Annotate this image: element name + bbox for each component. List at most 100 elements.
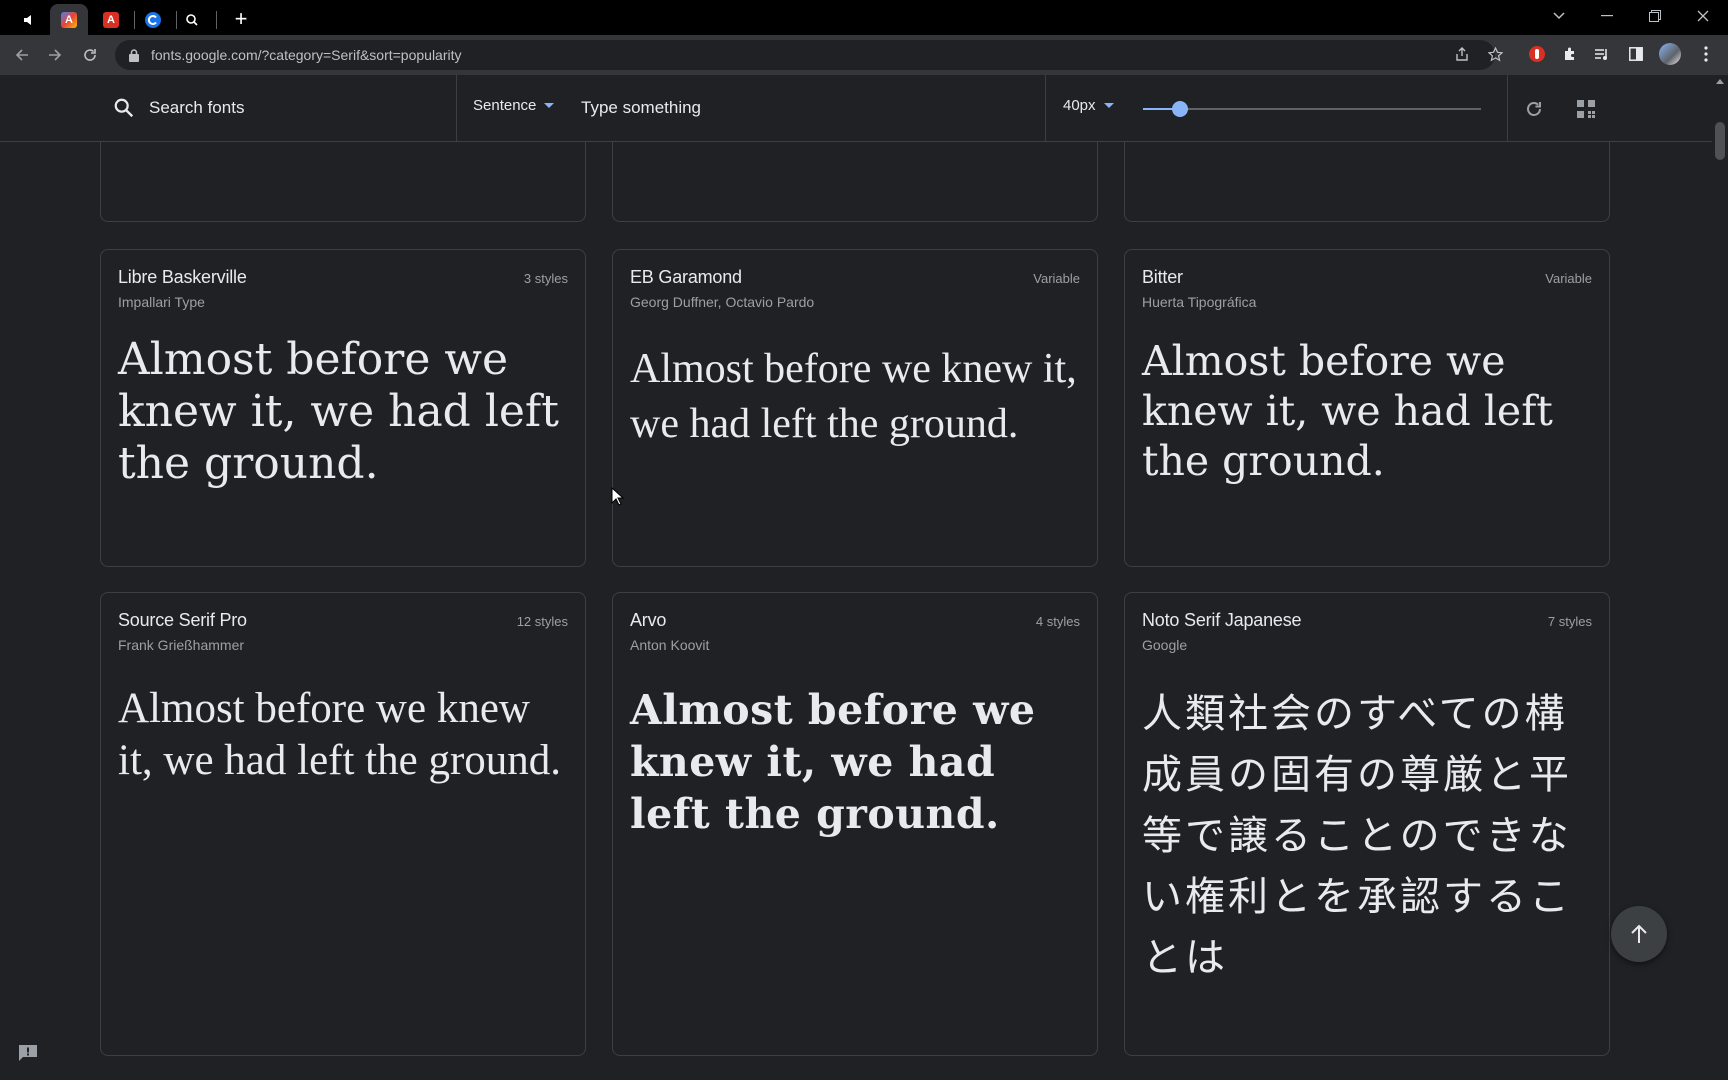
restore-button[interactable] bbox=[1631, 0, 1679, 32]
browser-toolbar: fonts.google.com/?category=Serif&sort=po… bbox=[0, 35, 1728, 75]
page-scrollbar[interactable] bbox=[1712, 75, 1728, 1080]
slider-handle[interactable] bbox=[1172, 101, 1188, 117]
playlist-icon bbox=[1595, 49, 1607, 60]
browser-tab-audio[interactable] bbox=[10, 4, 48, 35]
divider bbox=[1507, 75, 1508, 141]
share-button[interactable] bbox=[1451, 43, 1473, 65]
reload-button[interactable] bbox=[78, 43, 102, 67]
style-count: 4 styles bbox=[1035, 614, 1080, 629]
style-count: Variable bbox=[1033, 271, 1080, 286]
extension-red-button[interactable] bbox=[1525, 42, 1549, 66]
mouse-cursor bbox=[611, 487, 625, 506]
lock-icon bbox=[127, 48, 141, 62]
arrow-up-icon bbox=[1631, 924, 1647, 943]
refresh-icon bbox=[1527, 102, 1541, 116]
grid-view-toggle[interactable] bbox=[1574, 97, 1598, 121]
style-count: 3 styles bbox=[523, 271, 568, 286]
style-count: Variable bbox=[1545, 271, 1592, 286]
search-input[interactable] bbox=[149, 95, 439, 121]
type-something-input[interactable] bbox=[581, 95, 1001, 121]
puzzle-icon bbox=[1565, 47, 1574, 60]
font-name[interactable]: EB Garamond bbox=[630, 267, 742, 288]
close-window-button[interactable] bbox=[1679, 0, 1727, 32]
grid-view-icon bbox=[1577, 100, 1595, 118]
style-count: 7 styles bbox=[1547, 614, 1592, 629]
font-author: Frank Grießhammer bbox=[118, 637, 245, 653]
preview-mode-dropdown[interactable]: Sentence bbox=[473, 97, 555, 114]
font-card-noto-serif-japanese[interactable]: Noto Serif Japanese Google 7 styles 人類社会… bbox=[1124, 592, 1610, 1056]
browser-tab-bar: A A + bbox=[0, 0, 1728, 35]
font-author: Huerta Tipográfica bbox=[1142, 294, 1257, 310]
page-content: Sentence 40px g g Libre Baskerville Impa… bbox=[0, 75, 1712, 1080]
font-sample: Almost before we knew it, we had left th… bbox=[1142, 337, 1553, 485]
font-sample: Almost before we knew it, we had left th… bbox=[630, 346, 1077, 447]
font-size-dropdown[interactable]: 40px bbox=[1063, 97, 1114, 114]
preview-mode-label: Sentence bbox=[473, 97, 537, 114]
font-author: Impallari Type bbox=[118, 294, 205, 310]
profile-button[interactable] bbox=[1658, 42, 1682, 66]
chevron-down-icon bbox=[1553, 12, 1565, 20]
scroll-up-arrow[interactable] bbox=[1716, 79, 1724, 84]
reset-button[interactable] bbox=[1522, 97, 1546, 121]
browser-tab-search[interactable] bbox=[173, 4, 211, 35]
side-panel-icon bbox=[1629, 47, 1643, 61]
address-bar[interactable]: fonts.google.com/?category=Serif&sort=po… bbox=[115, 40, 1495, 70]
font-name[interactable]: Noto Serif Japanese bbox=[1142, 610, 1302, 631]
star-icon bbox=[1487, 46, 1503, 62]
minimize-icon bbox=[1601, 15, 1613, 17]
arrow-right-icon bbox=[49, 49, 62, 61]
circle-c-favicon bbox=[145, 11, 161, 28]
font-name[interactable]: Source Serif Pro bbox=[118, 610, 247, 631]
bookmark-button[interactable] bbox=[1484, 43, 1506, 65]
forward-button[interactable] bbox=[43, 43, 67, 67]
font-name[interactable]: Arvo bbox=[630, 610, 666, 631]
feedback-icon[interactable] bbox=[18, 1044, 38, 1062]
font-card-arvo[interactable]: Arvo Anton Koovit 4 styles Almost before… bbox=[612, 592, 1098, 1056]
caret-down-icon bbox=[1103, 103, 1114, 108]
search-icon bbox=[114, 98, 134, 118]
caret-down-icon bbox=[544, 103, 555, 108]
font-size-slider[interactable] bbox=[1143, 101, 1481, 117]
side-panel-button[interactable] bbox=[1624, 42, 1648, 66]
font-card-libre-baskerville[interactable]: Libre Baskerville Impallari Type 3 style… bbox=[100, 249, 586, 567]
minimize-button[interactable] bbox=[1583, 0, 1631, 32]
font-author: Anton Koovit bbox=[630, 637, 710, 653]
back-button[interactable] bbox=[10, 43, 34, 67]
restore-icon bbox=[1649, 10, 1661, 22]
filter-bar: Sentence 40px bbox=[0, 75, 1712, 142]
search-favicon bbox=[186, 13, 198, 26]
avatar bbox=[1659, 43, 1681, 65]
reload-icon bbox=[84, 49, 96, 61]
font-name[interactable]: Libre Baskerville bbox=[118, 267, 247, 288]
media-button[interactable] bbox=[1590, 42, 1614, 66]
fonts-favicon: A bbox=[61, 11, 77, 28]
shield-red-icon bbox=[1529, 46, 1545, 62]
font-sample: Almost before we knew it, we had left th… bbox=[630, 686, 1036, 838]
font-sample: Almost before we knew it, we had left th… bbox=[118, 334, 559, 489]
font-name[interactable]: Bitter bbox=[1142, 267, 1183, 288]
browser-tab-c[interactable] bbox=[134, 4, 172, 35]
style-count: 12 styles bbox=[516, 614, 568, 629]
acrobat-favicon: A bbox=[103, 11, 119, 28]
font-card-source-serif-pro[interactable]: Source Serif Pro Frank Grießhammer 12 st… bbox=[100, 592, 586, 1056]
back-to-top-button[interactable] bbox=[1611, 906, 1667, 962]
new-tab-button[interactable]: + bbox=[227, 5, 255, 33]
share-icon bbox=[1456, 47, 1468, 61]
browser-tab-acrobat[interactable]: A bbox=[92, 4, 130, 35]
close-icon bbox=[1697, 10, 1709, 22]
tab-separator bbox=[216, 11, 217, 29]
url-text: fonts.google.com/?category=Serif&sort=po… bbox=[151, 47, 462, 63]
divider bbox=[1045, 75, 1046, 141]
font-card-bitter[interactable]: Bitter Huerta Tipográfica Variable Almos… bbox=[1124, 249, 1610, 567]
font-card-eb-garamond[interactable]: EB Garamond Georg Duffner, Octavio Pardo… bbox=[612, 249, 1098, 567]
more-vert-icon bbox=[1704, 46, 1708, 62]
arrow-left-icon bbox=[15, 49, 28, 61]
browser-tab-fonts[interactable]: A bbox=[50, 4, 88, 35]
font-sample: 人類社会のすべての構成員の固有の尊厳と平等で譲ることのできない権利とを承認するこ… bbox=[1142, 691, 1572, 981]
tab-search-button[interactable] bbox=[1535, 0, 1583, 32]
divider bbox=[456, 75, 457, 141]
extensions-button[interactable] bbox=[1558, 42, 1582, 66]
chrome-menu-button[interactable] bbox=[1694, 42, 1718, 66]
font-sample: Almost before we knew it, we had left th… bbox=[118, 685, 562, 784]
scrollbar-thumb[interactable] bbox=[1715, 122, 1725, 160]
